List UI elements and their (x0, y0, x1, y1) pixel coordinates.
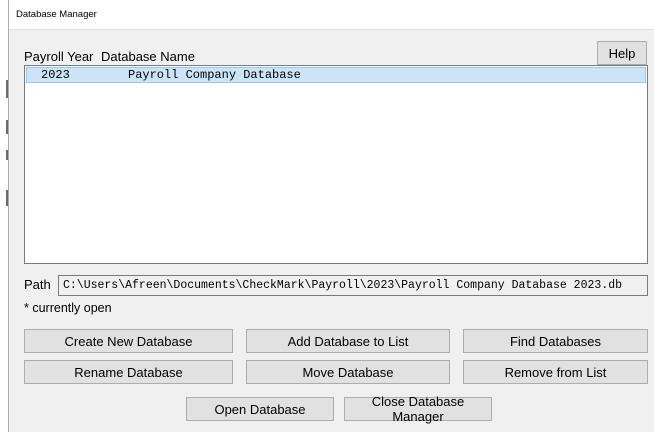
add-database-to-list-button[interactable]: Add Database to List (246, 329, 450, 353)
column-header-payroll-year[interactable]: Payroll Year (24, 49, 93, 64)
open-database-button[interactable]: Open Database (186, 397, 334, 421)
list-item-year: 2023 (41, 68, 70, 82)
list-item-name: Payroll Company Database (128, 68, 301, 82)
rename-database-button[interactable]: Rename Database (24, 360, 233, 384)
database-list-item[interactable]: 2023 Payroll Company Database (26, 67, 646, 83)
path-label: Path (24, 277, 51, 292)
path-field[interactable] (58, 275, 648, 296)
close-database-manager-button[interactable]: Close Database Manager (344, 394, 492, 424)
background-edge (0, 0, 8, 432)
database-list[interactable]: 2023 Payroll Company Database (24, 65, 648, 264)
remove-from-list-button[interactable]: Remove from List (463, 360, 648, 384)
find-databases-button[interactable]: Find Databases (463, 329, 648, 353)
help-button[interactable]: Help (597, 41, 647, 65)
title-bar[interactable]: Database Manager (9, 0, 654, 30)
create-new-database-button[interactable]: Create New Database (24, 329, 233, 353)
window-title: Database Manager (16, 9, 97, 20)
database-manager-window: Database Manager Payroll Year Database N… (8, 0, 654, 432)
currently-open-note: * currently open (24, 301, 112, 315)
column-header-database-name[interactable]: Database Name (101, 49, 195, 64)
move-database-button[interactable]: Move Database (246, 360, 450, 384)
